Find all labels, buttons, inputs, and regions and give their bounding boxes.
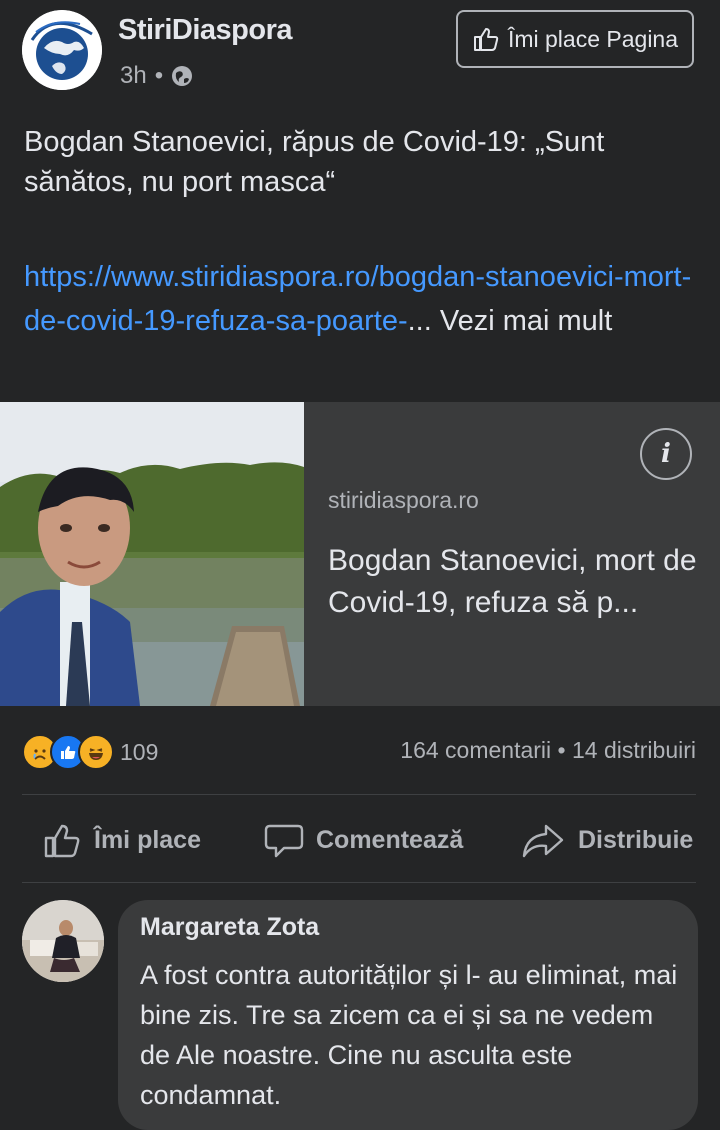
comment-label: Comentează xyxy=(316,825,464,854)
engagement-stats: 164 comentarii • 14 distribuiri xyxy=(400,737,696,764)
like-button[interactable]: Îmi place xyxy=(42,812,201,868)
like-page-button[interactable]: Îmi place Pagina xyxy=(456,10,694,68)
share-button[interactable]: Distribuie xyxy=(522,812,693,868)
thumbs-up-icon xyxy=(473,28,499,51)
reactions-summary[interactable]: 109 xyxy=(22,734,158,770)
like-page-label: Îmi place Pagina xyxy=(507,25,679,52)
share-label: Distribuie xyxy=(578,825,694,854)
link-domain: stiridiaspora.ro xyxy=(328,487,479,513)
post-time[interactable]: 3h xyxy=(120,62,147,90)
comment-author[interactable]: Margareta Zota xyxy=(140,913,319,942)
commenter-avatar[interactable] xyxy=(22,900,104,982)
post-link-paragraph: https://www.stiridiaspora.ro/bogdan-stan… xyxy=(24,255,704,343)
thumbs-up-icon xyxy=(44,824,80,858)
comment-text: A fost contra autorităților și l- au eli… xyxy=(140,960,678,1110)
like-label: Îmi place xyxy=(94,825,201,854)
comments-count[interactable]: 164 comentarii xyxy=(400,737,551,763)
comment-button[interactable]: Comentează xyxy=(264,812,463,868)
haha-reaction-icon xyxy=(78,734,114,770)
divider xyxy=(22,882,696,883)
avatar-photo xyxy=(22,900,104,982)
page-name[interactable]: StiriDiaspora xyxy=(118,14,293,47)
post-title: Bogdan Stanoevici, răpus de Covid-19: „S… xyxy=(24,126,605,198)
divider xyxy=(22,794,696,795)
preview-photo xyxy=(0,402,304,706)
meta-separator: • xyxy=(154,62,164,89)
see-more-link[interactable]: Vezi mai mult xyxy=(440,305,612,337)
globe-icon xyxy=(172,66,193,86)
stats-separator: • xyxy=(557,737,566,763)
info-button[interactable]: i xyxy=(640,428,692,480)
link-title[interactable]: Bogdan Stanoevici, mort de Covid-19, ref… xyxy=(328,540,698,624)
post-meta: 3h • xyxy=(120,62,193,90)
shares-count[interactable]: 14 distribuiri xyxy=(572,737,696,763)
link-ellipsis: ... xyxy=(407,305,432,337)
comment-icon xyxy=(264,824,304,858)
share-icon xyxy=(522,824,564,858)
link-preview-image[interactable] xyxy=(0,402,304,706)
page-avatar[interactable] xyxy=(22,10,102,90)
globe-logo-icon xyxy=(22,10,102,90)
reaction-count[interactable]: 109 xyxy=(120,739,158,766)
